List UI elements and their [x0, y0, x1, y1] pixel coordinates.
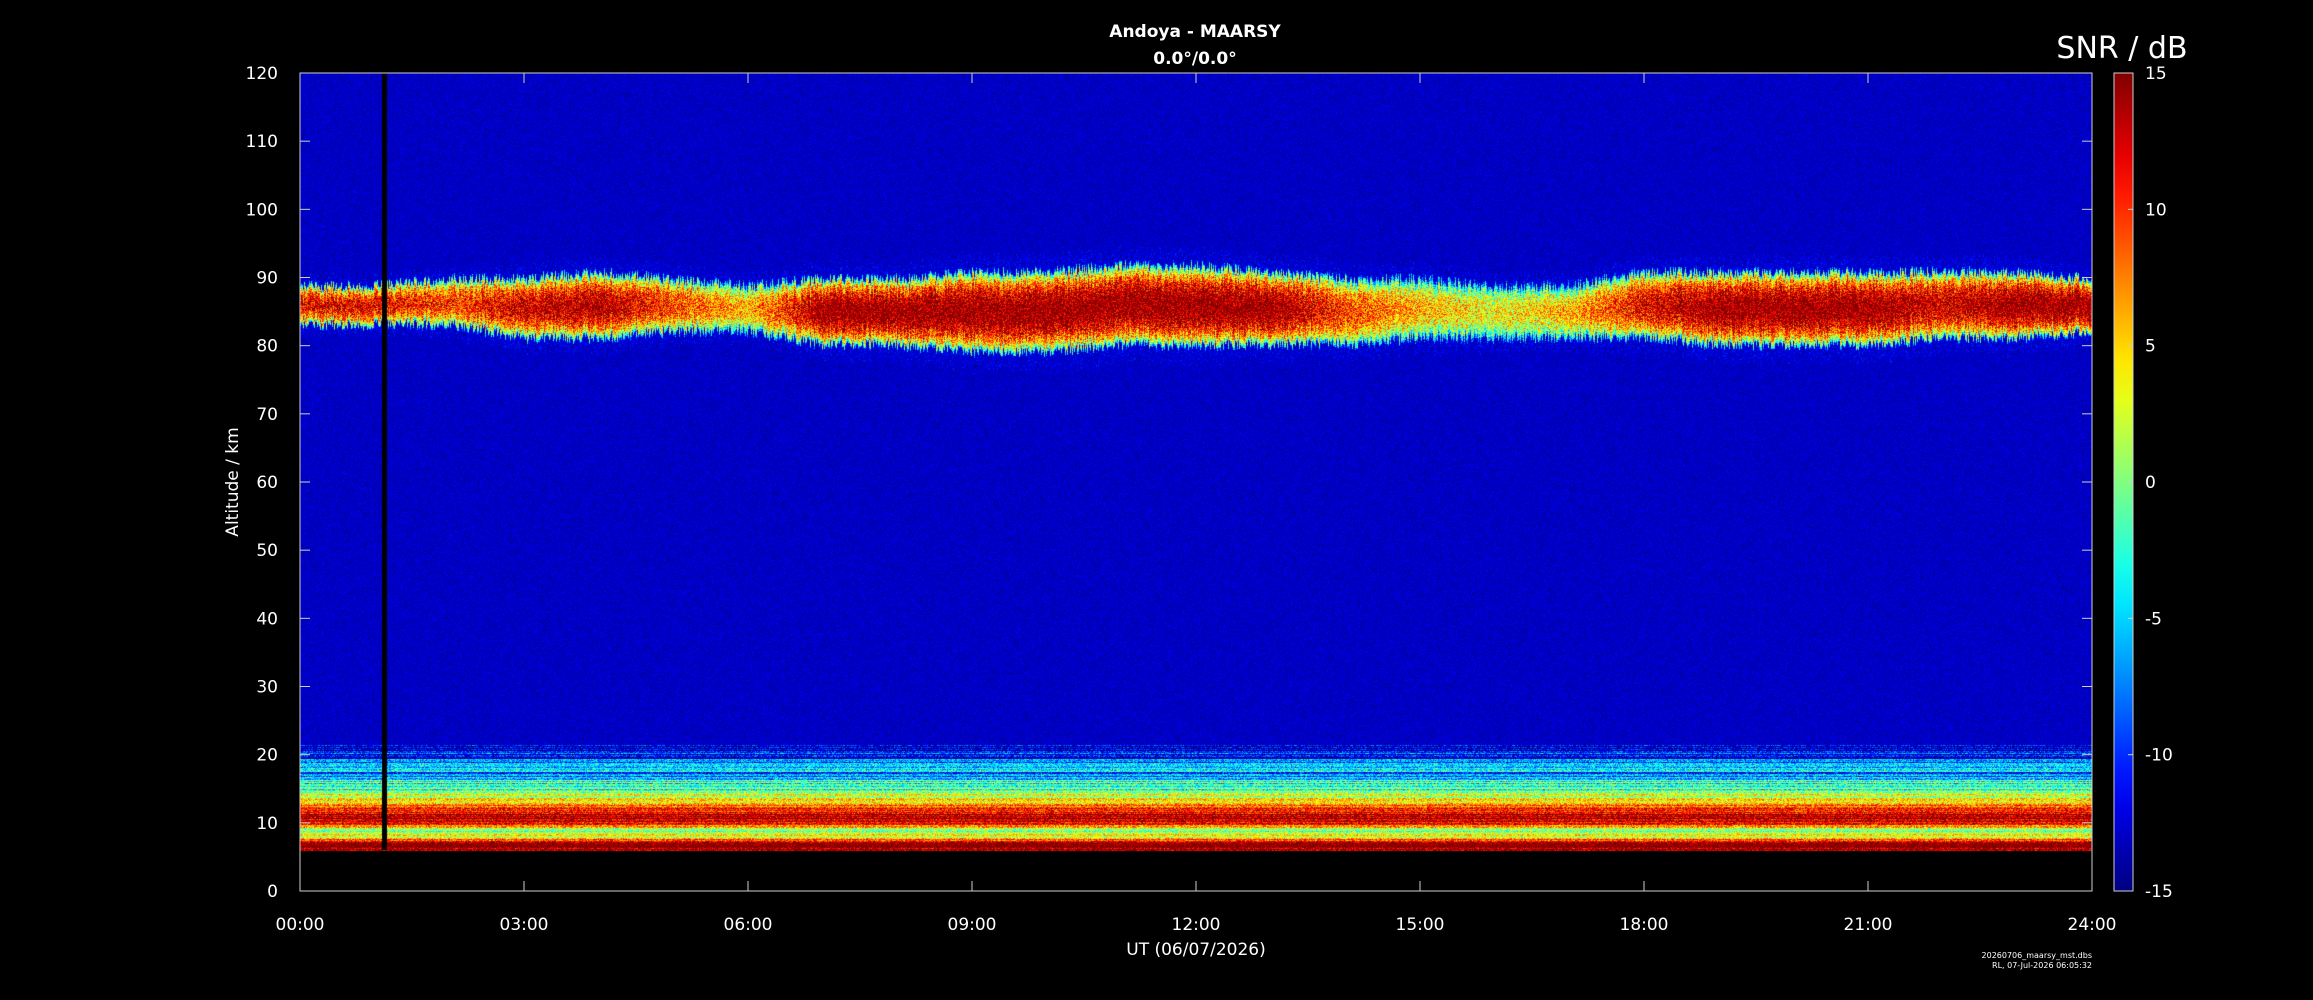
x-tick-label: 24:00 — [2068, 915, 2117, 935]
footer-filename: 20260706_maarsy_mst.dbs — [1982, 951, 2092, 960]
footer-timestamp: RL, 07-Jul-2026 06:05:32 — [1992, 961, 2092, 970]
y-tick-label: 100 — [246, 200, 278, 220]
y-tick-label: 70 — [256, 405, 278, 425]
colorbar-tick-label: -10 — [2145, 746, 2173, 766]
colorbar-tick-label: 5 — [2145, 337, 2156, 357]
x-tick-label: 21:00 — [1844, 915, 1893, 935]
y-tick-label: 10 — [256, 814, 278, 834]
chart-title: Andoya - MAARSY — [1109, 22, 1281, 42]
chart-subtitle: 0.0°/0.0° — [1153, 49, 1236, 69]
heatmap-image — [300, 73, 2092, 891]
y-tick-label: 60 — [256, 473, 278, 493]
y-tick-label: 0 — [267, 882, 278, 902]
x-tick-label: 00:00 — [276, 915, 325, 935]
y-tick-label: 50 — [256, 541, 278, 561]
y-tick-label: 110 — [246, 132, 278, 152]
y-tick-label: 120 — [246, 64, 278, 84]
colorbar-label: SNR / dB — [2056, 31, 2187, 66]
colorbar-tick-label: -15 — [2145, 882, 2173, 902]
x-tick-label: 09:00 — [948, 915, 997, 935]
y-tick-label: 80 — [256, 337, 278, 357]
x-tick-label: 03:00 — [500, 915, 549, 935]
x-tick-label: 12:00 — [1172, 915, 1221, 935]
y-axis-label: Altitude / km — [223, 427, 243, 536]
x-tick-label: 06:00 — [724, 915, 773, 935]
y-tick-label: 90 — [256, 269, 278, 289]
colorbar-tick-label: -5 — [2145, 609, 2162, 629]
colorbar-tick-label: 0 — [2145, 473, 2156, 493]
x-tick-label: 18:00 — [1620, 915, 1669, 935]
snr-chart: Andoya - MAARSY 0.0°/0.0° SNR / dB 00:00… — [0, 0, 2313, 1000]
x-axis-label: UT (06/07/2026) — [1126, 940, 1265, 960]
heatmap-area — [300, 73, 2092, 891]
colorbar-tick-label: 10 — [2145, 200, 2167, 220]
y-tick-label: 30 — [256, 678, 278, 698]
y-tick-label: 40 — [256, 609, 278, 629]
colorbar-tick-label: 15 — [2145, 64, 2167, 84]
y-tick-label: 20 — [256, 746, 278, 766]
x-tick-label: 15:00 — [1396, 915, 1445, 935]
